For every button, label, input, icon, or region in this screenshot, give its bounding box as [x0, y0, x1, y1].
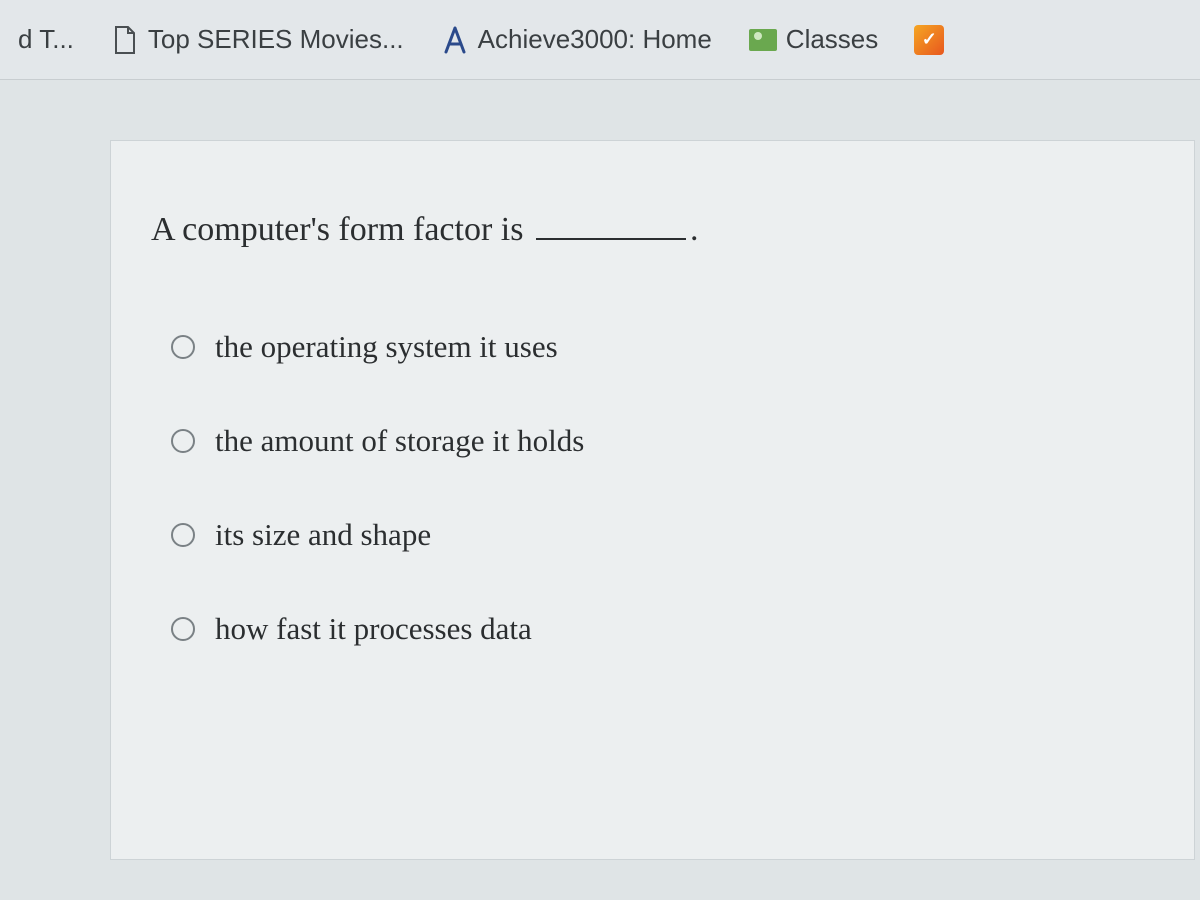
- bookmark-item-classes[interactable]: Classes: [738, 18, 888, 61]
- option-row[interactable]: the operating system it uses: [171, 329, 1154, 365]
- option-row[interactable]: its size and shape: [171, 517, 1154, 553]
- option-label: the operating system it uses: [215, 329, 558, 365]
- bookmark-label: Classes: [786, 24, 878, 55]
- app-icon: ✓: [914, 25, 944, 55]
- option-label: how fast it processes data: [215, 611, 532, 647]
- file-icon: [110, 25, 140, 55]
- radio-icon[interactable]: [171, 335, 195, 359]
- bookmark-label: d T...: [18, 24, 74, 55]
- prompt-after: .: [690, 211, 699, 248]
- bookmark-item-top-series[interactable]: Top SERIES Movies...: [100, 18, 414, 61]
- question-prompt: A computer's form factor is .: [151, 211, 1154, 249]
- bookmarks-bar: d T... Top SERIES Movies... Achieve3000:…: [0, 0, 1200, 80]
- bookmark-item-achieve3000[interactable]: Achieve3000: Home: [430, 18, 722, 61]
- prompt-before: A computer's form factor is: [151, 211, 532, 248]
- bookmark-label: Achieve3000: Home: [478, 24, 712, 55]
- letter-a-icon: [440, 25, 470, 55]
- bookmark-label: Top SERIES Movies...: [148, 24, 404, 55]
- option-label: its size and shape: [215, 517, 431, 553]
- radio-icon[interactable]: [171, 429, 195, 453]
- radio-icon[interactable]: [171, 523, 195, 547]
- blank-line: [536, 238, 686, 240]
- radio-icon[interactable]: [171, 617, 195, 641]
- bookmark-item-d-t[interactable]: d T...: [8, 18, 84, 61]
- classroom-icon: [748, 25, 778, 55]
- content-area: A computer's form factor is . the operat…: [0, 80, 1200, 860]
- bookmark-item-orange[interactable]: ✓: [904, 19, 962, 61]
- option-label: the amount of storage it holds: [215, 423, 584, 459]
- options-group: the operating system it uses the amount …: [151, 329, 1154, 647]
- option-row[interactable]: how fast it processes data: [171, 611, 1154, 647]
- option-row[interactable]: the amount of storage it holds: [171, 423, 1154, 459]
- question-card: A computer's form factor is . the operat…: [110, 140, 1195, 860]
